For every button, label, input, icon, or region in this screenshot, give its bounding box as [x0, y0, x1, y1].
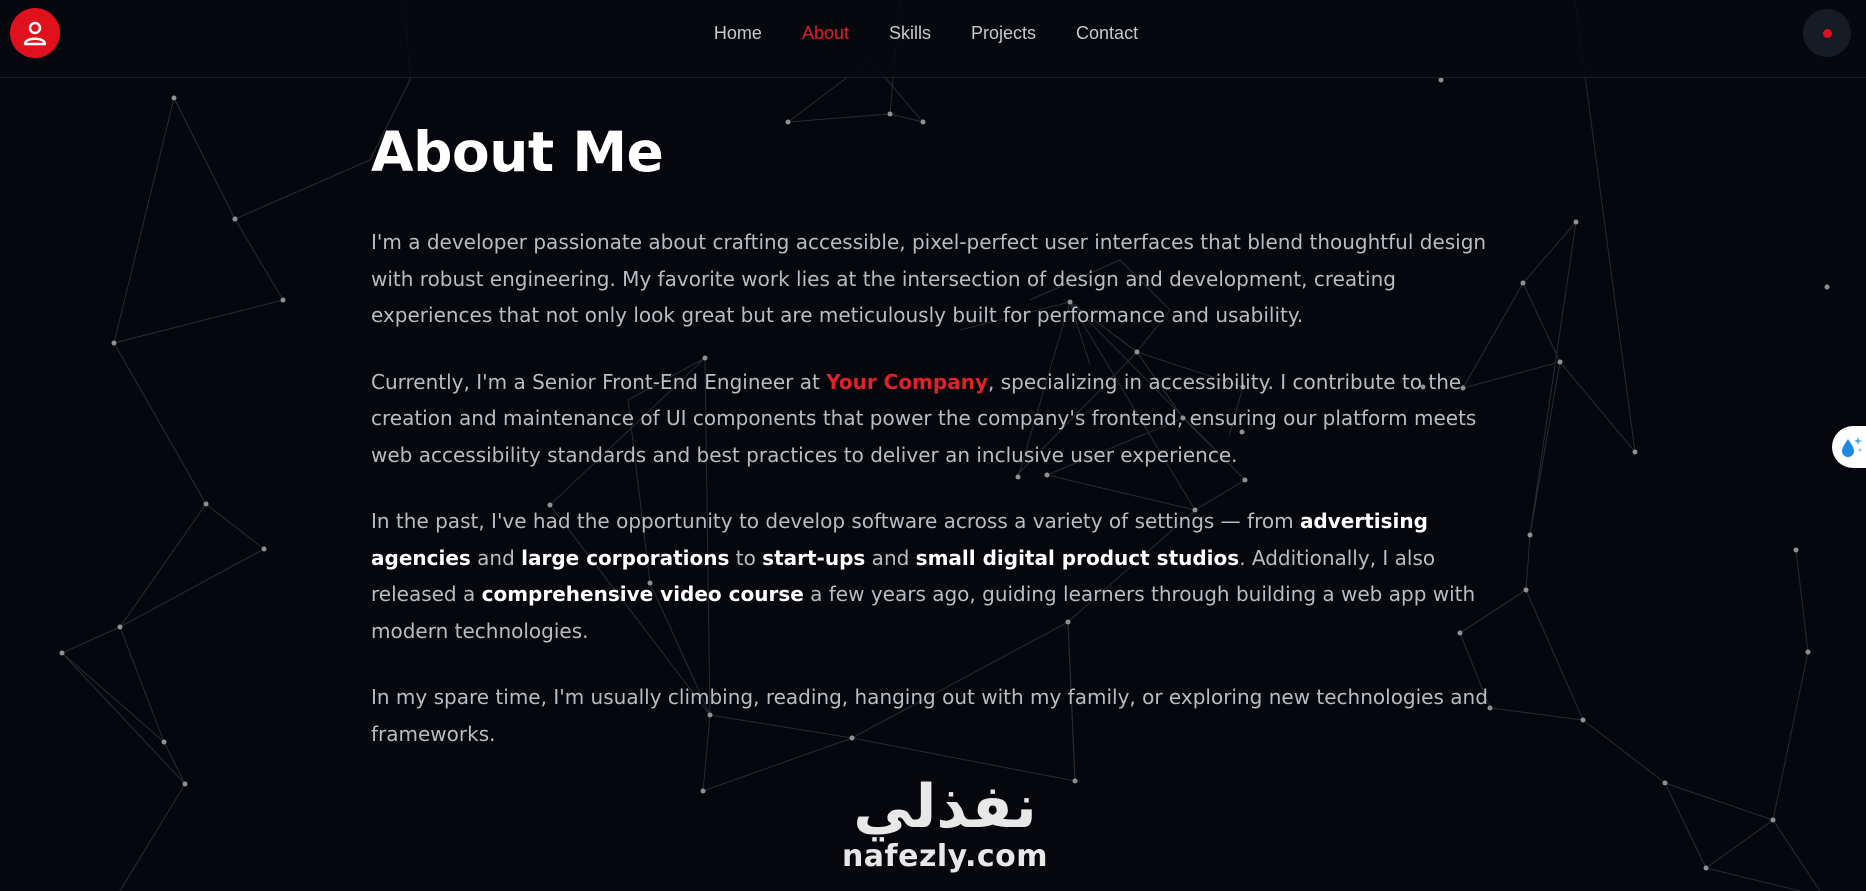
nav-home[interactable]: Home	[714, 23, 762, 44]
watermark-latin: nafezly.com	[841, 839, 1049, 874]
paragraph-text: and	[470, 545, 522, 570]
about-paragraph-1: I'm a developer passionate about craftin…	[371, 230, 1487, 327]
main-nav: Home About Skills Projects Contact	[0, 0, 1859, 66]
highlight-text: start-ups	[762, 545, 866, 570]
company-link[interactable]: Your Company	[826, 370, 988, 394]
droplet-sparkle-icon	[1842, 437, 1862, 457]
nav-skills[interactable]: Skills	[889, 23, 931, 44]
nafezly-watermark: نفذلي nafezly.com	[820, 775, 1070, 875]
about-paragraph-3: In the past, I've had the opportunity to…	[371, 503, 1491, 649]
paragraph-text: and	[865, 545, 916, 570]
highlight-text: small digital product studios	[915, 545, 1240, 570]
paragraph-text: to	[729, 545, 763, 570]
nav-projects[interactable]: Projects	[971, 23, 1036, 44]
about-section: About Me I'm a developer passionate abou…	[371, 120, 1491, 782]
nav-about[interactable]: About	[802, 23, 849, 44]
paragraph-text: In the past, I've had the opportunity to…	[371, 509, 1300, 533]
about-paragraph-2: Currently, I'm a Senior Front-End Engine…	[371, 364, 1491, 474]
dot-icon	[1822, 28, 1832, 38]
highlight-text: large corporations	[521, 545, 730, 570]
nav-contact[interactable]: Contact	[1076, 23, 1138, 44]
theme-toggle-button[interactable]	[1803, 9, 1851, 57]
page-title: About Me	[371, 120, 664, 184]
about-paragraph-4: In my spare time, I'm usually climbing, …	[371, 685, 1488, 746]
highlight-text: comprehensive video course	[481, 582, 804, 606]
top-navbar: Home About Skills Projects Contact	[0, 0, 1866, 78]
paragraph-text: Currently, I'm a Senior Front-End Engine…	[371, 369, 827, 394]
floating-side-widget[interactable]	[1832, 426, 1866, 468]
watermark-arabic: نفذلي	[853, 772, 1037, 842]
